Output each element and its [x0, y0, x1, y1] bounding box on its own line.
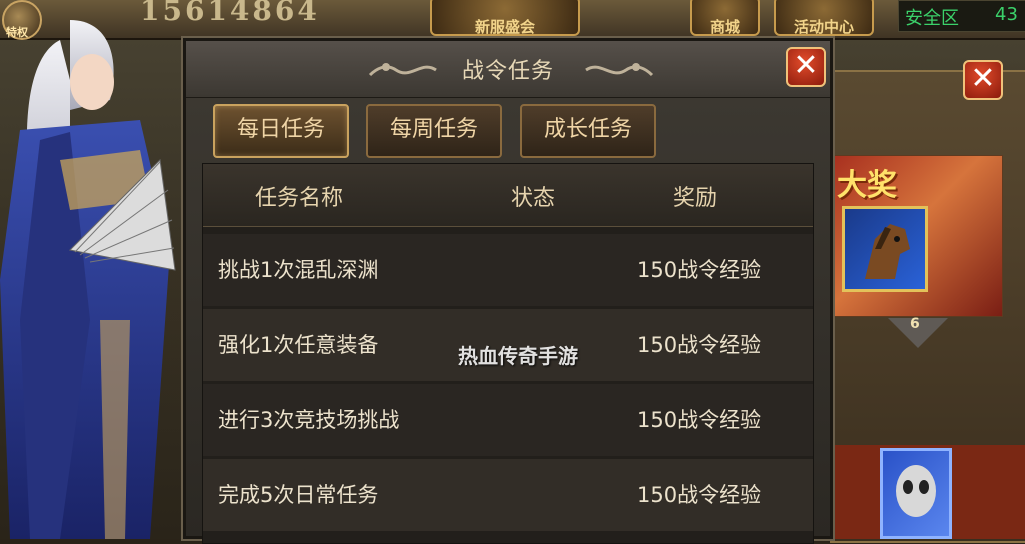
column-header-status: 状态 [511, 186, 556, 211]
activity-center-button[interactable]: 活动中心 [774, 0, 874, 36]
level-number: 6 [910, 316, 920, 332]
safe-zone-indicator: 安全区 43 [898, 0, 1025, 32]
heroine-character-art [0, 20, 176, 539]
column-header-task-name: 任务名称 [255, 186, 344, 211]
task-name: 进行3次竞技场挑战 [218, 408, 400, 432]
task-name: 挑战1次混乱深渊 [218, 258, 379, 282]
new-server-event-label: 新服盛会 [474, 18, 535, 36]
mask-item-reward-icon[interactable] [880, 448, 952, 539]
mask-icon [896, 465, 936, 517]
task-reward: 150战令经验 [637, 408, 762, 432]
tab-weekly-tasks[interactable]: 每周任务 [366, 104, 502, 158]
tab-daily-tasks[interactable]: 每日任务 [213, 104, 349, 158]
new-server-event-button[interactable]: 新服盛会 [430, 0, 580, 36]
back-window-close-button[interactable]: ✕ [963, 60, 1003, 100]
watermark-text: 热血传奇手游 [458, 344, 578, 368]
table-row[interactable]: 挑战1次混乱深渊 150战令经验 [203, 234, 813, 306]
tab-growth-tasks[interactable]: 成长任务 [520, 104, 656, 158]
shop-label: 商城 [709, 18, 740, 36]
column-header-reward: 奖励 [673, 186, 718, 211]
table-row[interactable]: 进行3次竞技场挑战 150战令经验 [203, 384, 813, 456]
table-row[interactable]: 完成5次日常任务 150战令经验 [203, 459, 813, 531]
task-reward: 150战令经验 [637, 483, 762, 507]
safe-zone-label: 安全区 [905, 8, 959, 29]
grand-prize-title: 大奖 [837, 168, 897, 203]
dialog-title: 战令任务 [461, 59, 554, 84]
task-name: 强化1次任意装备 [218, 333, 379, 357]
shop-button[interactable]: 商城 [690, 0, 760, 36]
battle-pass-task-dialog: 战令任务 ✕ 每日任务 每周任务 成长任务 任务名称 状态 奖励 挑战1次混乱深… [181, 36, 835, 544]
table-header-row: 任务名称 状态 奖励 [203, 164, 813, 227]
dialog-close-button[interactable]: ✕ [786, 47, 826, 87]
task-name: 完成5次日常任务 [218, 483, 379, 507]
task-reward: 150战令经验 [637, 333, 762, 357]
horse-icon [865, 224, 910, 279]
activity-center-label: 活动中心 [793, 18, 854, 36]
task-reward: 150战令经验 [637, 258, 762, 282]
horse-mount-reward-icon[interactable] [842, 206, 928, 292]
safe-zone-value: 43 [995, 4, 1018, 25]
